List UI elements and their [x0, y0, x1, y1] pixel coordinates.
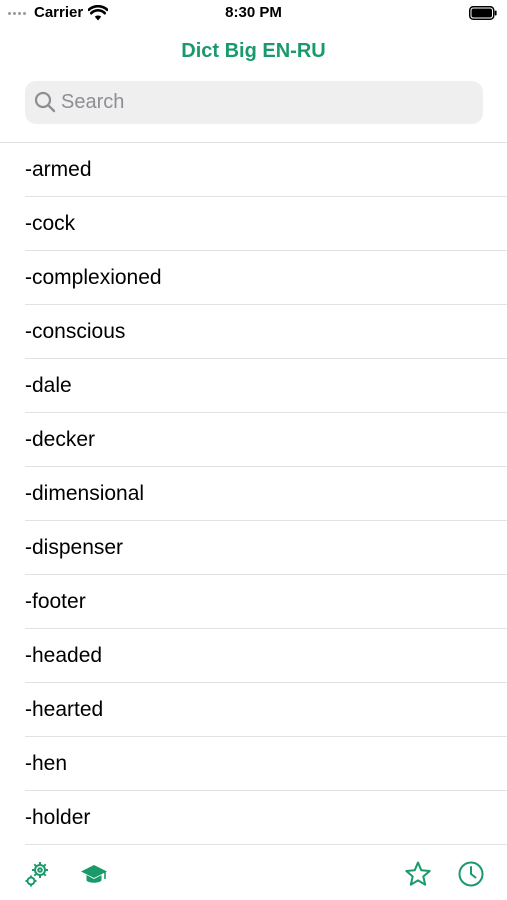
battery-icon [469, 6, 497, 20]
word-list: -armed -cock -complexioned -conscious -d… [0, 142, 507, 845]
graduation-cap-icon[interactable] [80, 860, 108, 888]
status-time: 8:30 PM [225, 4, 282, 21]
list-item[interactable]: -dimensional [25, 467, 507, 521]
search-input[interactable] [61, 81, 471, 124]
list-item[interactable]: -holder [25, 791, 507, 845]
search-icon [34, 91, 56, 113]
search-bar[interactable] [25, 81, 483, 124]
clock-icon[interactable] [457, 860, 485, 888]
list-item[interactable]: -cock [25, 197, 507, 251]
list-item[interactable]: -dale [25, 359, 507, 413]
status-bar: Carrier 8:30 PM [0, 0, 507, 26]
list-item[interactable]: -complexioned [25, 251, 507, 305]
list-item[interactable]: -footer [25, 575, 507, 629]
list-item[interactable]: -hearted [25, 683, 507, 737]
list-item[interactable]: -armed [25, 143, 507, 197]
bottom-toolbar [0, 848, 507, 900]
list-item[interactable]: -hen [25, 737, 507, 791]
list-item[interactable]: -headed [25, 629, 507, 683]
list-item[interactable]: -dispenser [25, 521, 507, 575]
settings-icon[interactable] [23, 860, 51, 888]
list-item[interactable]: -decker [25, 413, 507, 467]
star-icon[interactable] [404, 860, 432, 888]
app-title: Dict Big EN-RU [181, 40, 326, 62]
list-item[interactable]: -conscious [25, 305, 507, 359]
